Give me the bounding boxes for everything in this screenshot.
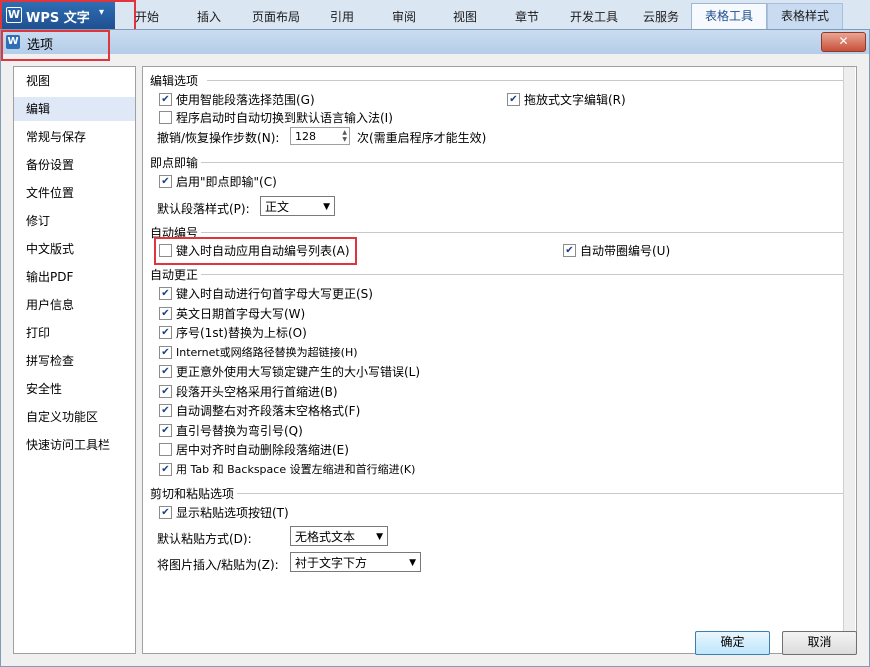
sidebar-item-spell-check[interactable]: 拼写检查 [14,349,135,373]
autocorrect-checkbox-english-date[interactable]: ✔ [159,307,172,320]
dropdown-arrow-icon: ▼ [323,202,330,212]
show-paste-button-label: 显示粘贴选项按钮(T) [176,506,289,520]
image-paste-value: 衬于文字下方 [295,556,368,570]
tab-table-style[interactable]: 表格样式 [767,3,843,31]
panel-scrollbar[interactable] [843,67,855,651]
highlight-frame-dialog-title [1,30,110,61]
section-divider [207,80,847,81]
autocorrect-checkbox-capitalize[interactable]: ✔ [159,287,172,300]
autocorrect-checkbox-indent[interactable]: ✔ [159,385,172,398]
autocorrect-checkbox-right-align[interactable]: ✔ [159,404,172,417]
cancel-button[interactable]: 取消 [782,631,857,655]
section-title-edit: 编辑选项 [150,74,199,88]
section-divider [201,232,847,233]
section-title-autocorrect: 自动更正 [150,268,199,282]
autocorrect-checkbox-capslock[interactable]: ✔ [159,365,172,378]
drag-edit-label: 拖放式文字编辑(R) [524,93,626,107]
autocorrect-label: 更正意外使用大写锁定键产生的大小写错误(L) [176,365,421,379]
autocorrect-label: 居中对齐时自动删除段落缩进(E) [176,443,349,457]
autocorrect-checkbox-center-indent[interactable] [159,443,172,456]
spinner-arrows-icon[interactable]: ▲ ▼ [342,129,347,143]
autocorrect-label: 用 Tab 和 Backspace 设置左缩进和首行缩进(K) [176,463,416,476]
section-divider [201,274,847,275]
tab-references[interactable]: 引用 [314,5,370,29]
options-panel: 编辑选项 ✔ 使用智能段落选择范围(G) ✔ 拖放式文字编辑(R) 程序启动时自… [142,66,857,654]
autocorrect-label: Internet或网络路径替换为超链接(H) [176,346,358,359]
image-paste-label: 将图片插入/粘贴为(Z): [157,558,279,572]
autocorrect-checkbox-hyperlink[interactable]: ✔ [159,346,172,359]
undo-steps-spinner[interactable]: 128 ▲ ▼ [290,127,350,145]
autocorrect-label: 段落开头空格采用行首缩进(B) [176,385,338,399]
default-paragraph-style-label: 默认段落样式(P): [157,202,250,216]
autocorrect-checkbox-ordinal[interactable]: ✔ [159,326,172,339]
ime-switch-checkbox[interactable] [159,111,172,124]
tab-home[interactable]: 开始 [118,5,176,29]
autocorrect-label: 键入时自动进行句首字母大写更正(S) [176,287,373,301]
auto-list-label: 键入时自动应用自动编号列表(A) [176,244,350,258]
sidebar-item-chinese-layout[interactable]: 中文版式 [14,237,135,261]
click-type-enable-label: 启用"即点即输"(C) [176,175,277,189]
section-divider [237,493,847,494]
options-dialog: W 选项 ✕ 视图 编辑 常规与保存 备份设置 文件位置 修订 中文版式 输出P… [0,29,870,667]
ime-switch-label: 程序启动时自动切换到默认语言输入法(I) [176,111,393,125]
tab-insert[interactable]: 插入 [180,5,238,29]
drag-edit-checkbox[interactable]: ✔ [507,93,520,106]
auto-list-checkbox[interactable] [159,244,172,257]
ok-button[interactable]: 确定 [695,631,770,655]
default-paragraph-style-value: 正文 [265,200,290,214]
sidebar-item-edit[interactable]: 编辑 [14,97,135,121]
undo-steps-suffix: 次(需重启程序才能生效) [357,131,487,145]
autocorrect-checkbox-tab-backspace[interactable]: ✔ [159,463,172,476]
smart-select-checkbox[interactable]: ✔ [159,93,172,106]
default-paste-select[interactable]: 无格式文本 ▼ [290,526,388,546]
close-button[interactable]: ✕ [821,32,866,52]
highlight-frame-app-button [0,0,136,31]
autocorrect-label: 自动调整右对齐段落末空格格式(F) [176,404,361,418]
dialog-titlebar: W 选项 ✕ [1,30,869,54]
undo-steps-value: 128 [295,130,316,143]
options-sidebar: 视图 编辑 常规与保存 备份设置 文件位置 修订 中文版式 输出PDF 用户信息… [13,66,136,654]
sidebar-item-customize-ribbon[interactable]: 自定义功能区 [14,405,135,429]
ribbon-bar: W WPS 文字 ▾ 开始 插入 页面布局 引用 审阅 视图 章节 开发工具 云… [0,0,870,31]
sidebar-item-revision[interactable]: 修订 [14,209,135,233]
show-paste-button-checkbox[interactable]: ✔ [159,506,172,519]
circle-number-checkbox[interactable]: ✔ [563,244,576,257]
tab-page-layout[interactable]: 页面布局 [240,5,312,29]
default-paste-label: 默认粘贴方式(D): [157,532,252,546]
sidebar-item-print[interactable]: 打印 [14,321,135,345]
tab-view[interactable]: 视图 [436,5,494,29]
sidebar-item-user-info[interactable]: 用户信息 [14,293,135,317]
sidebar-item-export-pdf[interactable]: 输出PDF [14,265,135,289]
tab-review[interactable]: 审阅 [375,5,433,29]
image-paste-select[interactable]: 衬于文字下方 ▼ [290,552,421,572]
default-paste-value: 无格式文本 [295,530,356,544]
sidebar-item-general-save[interactable]: 常规与保存 [14,125,135,149]
sidebar-item-view[interactable]: 视图 [14,69,135,93]
circle-number-label: 自动带圈编号(U) [580,244,671,258]
tab-table-tools[interactable]: 表格工具 [691,3,767,31]
click-type-enable-checkbox[interactable]: ✔ [159,175,172,188]
autocorrect-label: 序号(1st)替换为上标(O) [176,326,307,340]
sidebar-item-security[interactable]: 安全性 [14,377,135,401]
section-divider [201,162,847,163]
section-title-click-type: 即点即输 [150,156,199,170]
autocorrect-label: 直引号替换为弯引号(Q) [176,424,303,438]
section-title-paste: 剪切和粘贴选项 [150,487,235,501]
dropdown-arrow-icon: ▼ [376,532,383,542]
tab-cloud[interactable]: 云服务 [632,5,690,29]
autocorrect-label: 英文日期首字母大写(W) [176,307,306,321]
smart-select-label: 使用智能段落选择范围(G) [176,93,315,107]
dropdown-arrow-icon: ▼ [409,558,416,568]
autocorrect-checkbox-smart-quotes[interactable]: ✔ [159,424,172,437]
tab-section[interactable]: 章节 [498,5,556,29]
sidebar-item-file-location[interactable]: 文件位置 [14,181,135,205]
undo-steps-label: 撤销/恢复操作步数(N): [157,131,280,145]
sidebar-item-backup[interactable]: 备份设置 [14,153,135,177]
default-paragraph-style-select[interactable]: 正文 ▼ [260,196,335,216]
sidebar-item-quick-access[interactable]: 快速访问工具栏 [14,433,135,457]
tab-developer[interactable]: 开发工具 [560,5,628,29]
